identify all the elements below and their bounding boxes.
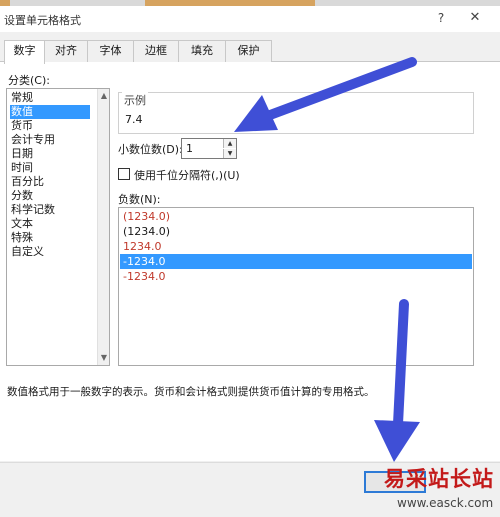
decimal-places-label: 小数位数(D): [118, 143, 183, 156]
sample-value: 7.4 [125, 113, 143, 126]
negative-item[interactable]: (1234.0) [120, 224, 460, 239]
negative-item[interactable]: -1234.0 [120, 269, 460, 284]
category-item-accounting[interactable]: 会计专用 [10, 133, 90, 147]
tab-alignment[interactable]: 对齐 [44, 40, 88, 62]
negative-numbers-list[interactable]: (1234.0) (1234.0) 1234.0 -1234.0 -1234.0 [118, 207, 474, 366]
window-title: 设置单元格格式 [4, 14, 81, 27]
close-button[interactable]: ✕ [466, 10, 484, 28]
category-item-number[interactable]: 数值 [10, 105, 90, 119]
thousands-separator-label[interactable]: 使用千位分隔符(,)(U) [134, 167, 240, 183]
watermark-url: www.easck.com [397, 496, 494, 510]
category-item-scientific[interactable]: 科学记数 [10, 203, 90, 217]
tab-number[interactable]: 数字 [4, 40, 45, 64]
category-item-custom[interactable]: 自定义 [10, 245, 90, 259]
decimal-places-stepper[interactable]: 1 ▲ ▼ [181, 138, 237, 159]
watermark-brand: 易采站长站 [384, 466, 494, 491]
tab-protection[interactable]: 保护 [225, 40, 272, 62]
category-list[interactable]: 常规 数值 货币 会计专用 日期 时间 百分比 分数 科学记数 文本 特殊 自定… [6, 88, 110, 366]
category-scrollbar[interactable]: ▲ ▼ [97, 89, 109, 365]
help-button[interactable]: ? [433, 11, 449, 27]
tab-font[interactable]: 字体 [87, 40, 134, 62]
scroll-down-icon[interactable]: ▼ [98, 352, 110, 364]
negative-item-selected[interactable]: -1234.0 [120, 254, 472, 269]
category-item-currency[interactable]: 货币 [10, 119, 90, 133]
negative-item[interactable]: (1234.0) [120, 209, 460, 224]
spin-down-icon[interactable]: ▼ [223, 149, 236, 158]
negative-item[interactable]: 1234.0 [120, 239, 460, 254]
category-item-special[interactable]: 特殊 [10, 231, 90, 245]
spin-up-icon[interactable]: ▲ [223, 139, 236, 148]
category-item-text[interactable]: 文本 [10, 217, 90, 231]
decimal-places-value: 1 [186, 142, 193, 155]
sample-label: 示例 [122, 92, 148, 108]
format-description: 数值格式用于一般数字的表示。货币和会计格式则提供货币值计算的专用格式。 [7, 386, 375, 398]
title-bar: 设置单元格格式 ? ✕ [0, 6, 500, 32]
category-item-fraction[interactable]: 分数 [10, 189, 90, 203]
scroll-up-icon[interactable]: ▲ [98, 90, 110, 102]
category-item-date[interactable]: 日期 [10, 147, 90, 161]
category-item-time[interactable]: 时间 [10, 161, 90, 175]
sample-group [118, 92, 474, 134]
negative-numbers-label: 负数(N): [118, 193, 161, 206]
tab-fill[interactable]: 填充 [178, 40, 226, 62]
category-label: 分类(C): [8, 74, 50, 87]
thousands-separator-checkbox[interactable] [118, 168, 130, 180]
category-item-general[interactable]: 常规 [10, 91, 90, 105]
category-item-percentage[interactable]: 百分比 [10, 175, 90, 189]
tab-border[interactable]: 边框 [133, 40, 179, 62]
